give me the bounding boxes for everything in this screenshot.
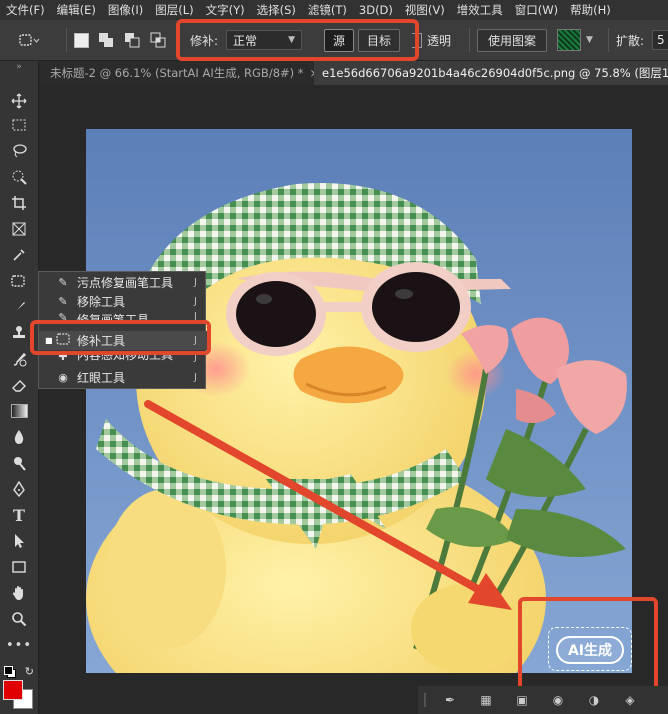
brush-select-icon[interactable]: ✒ xyxy=(432,693,468,707)
shortcut-key: J xyxy=(194,296,197,307)
layer-mask-icon[interactable]: ◉ xyxy=(540,693,576,707)
flyout-item-remove-tool[interactable]: ✎ 移除工具 J xyxy=(39,292,207,311)
fill-icon[interactable]: ◈ xyxy=(612,693,648,707)
mask-icon[interactable]: ▣ xyxy=(504,693,540,707)
shortcut-key: J xyxy=(194,372,197,383)
flyout-item-label: 红眼工具 xyxy=(77,371,126,385)
invert-icon[interactable]: ◑ xyxy=(576,693,612,707)
contextual-task-bar: │ ✒ ▦ ▣ ◉ ◑ ◈ xyxy=(418,686,668,714)
remove-tool-icon: ✎ xyxy=(58,295,68,308)
drag-handle-icon[interactable]: │ xyxy=(418,693,432,707)
flyout-item-label: 污点修复画笔工具 xyxy=(77,276,174,290)
annotation-highlight xyxy=(518,597,658,695)
shortcut-key: J xyxy=(194,277,197,288)
flyout-item-label: 移除工具 xyxy=(77,295,126,309)
flyout-item-spot-healing-brush[interactable]: ✎ 污点修复画笔工具 J xyxy=(39,273,207,292)
flyout-item-red-eye[interactable]: ◉ 红眼工具 J xyxy=(39,368,207,387)
red-eye-icon: ◉ xyxy=(58,371,68,384)
grid-select-icon[interactable]: ▦ xyxy=(468,693,504,707)
spot-healing-brush-icon: ✎ xyxy=(58,276,68,289)
annotation-highlight xyxy=(30,320,211,355)
